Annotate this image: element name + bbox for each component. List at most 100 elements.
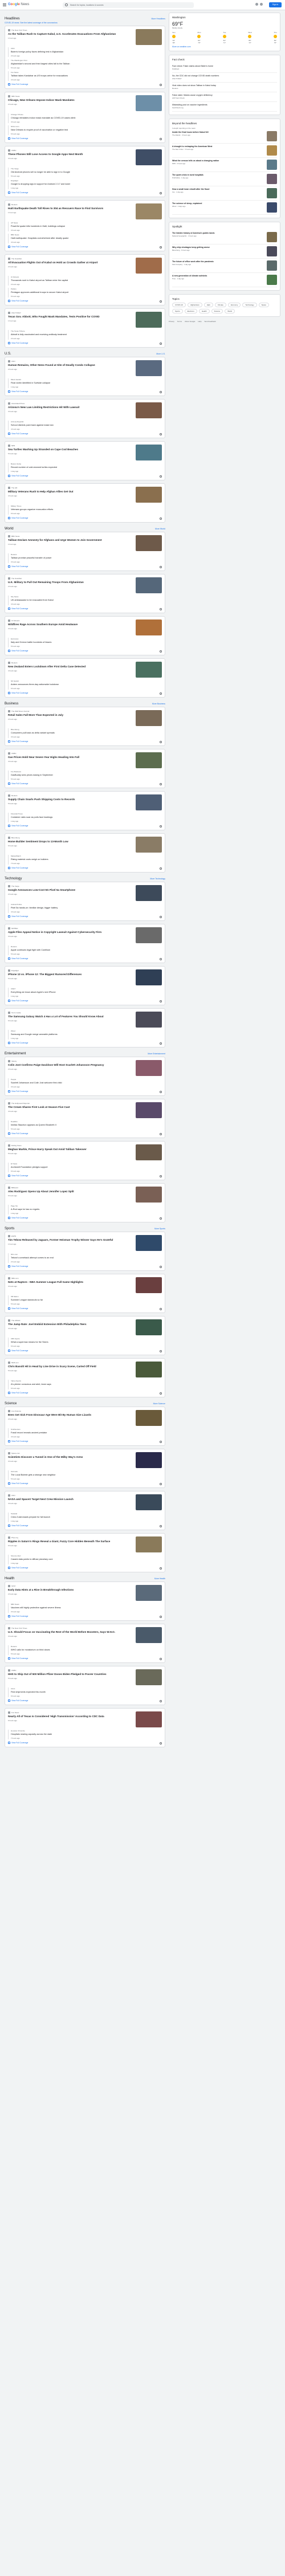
story-thumbnail[interactable] [136,360,162,376]
share-icon[interactable] [160,1658,162,1660]
story-headline[interactable]: Retail Sales Fall More Than Expected in … [8,714,133,717]
section-title[interactable]: Headlines [5,17,20,21]
share-icon[interactable] [160,1308,162,1310]
full-coverage-link[interactable]: View Full Coverage [8,1615,162,1617]
story-thumbnail[interactable] [136,312,162,328]
related-headline[interactable]: Ardern announces three-day nationwide lo… [11,683,162,686]
full-coverage-link[interactable]: View Full Coverage [8,867,162,869]
more-link[interactable]: More World [155,528,165,530]
story-thumbnail[interactable] [136,577,162,593]
related-headline[interactable]: A's pitcher conscious and alert, team sa… [11,1383,162,1386]
story-headline[interactable]: Haiti Earthquake Death Toll Rises to 304… [8,207,133,210]
pick-item[interactable]: A drought is reshaping the American West… [172,144,277,158]
story-headline[interactable]: Taliban Declare Amnesty for Afghans and … [8,539,133,542]
topic-chip[interactable]: Technology [242,303,257,307]
related-headline[interactable]: UK ambassador to be evacuated from Kabul [11,599,162,602]
share-icon[interactable] [160,1616,162,1618]
footer-link[interactable]: Terms [177,320,182,323]
fact-check-item[interactable]: Fact check: False claims about Biden's h… [172,63,277,73]
more-link[interactable]: More Entertainment [148,1053,165,1055]
related-headline[interactable]: Container rates soar as ports face backl… [11,816,162,819]
full-coverage-link[interactable]: View Full Coverage [8,957,162,960]
share-icon[interactable] [160,1042,162,1045]
story-headline[interactable]: Arizona's New Law Limiting Restrictions … [8,406,133,409]
search-input[interactable]: Search for topics, locations & sources [63,2,194,8]
story-headline[interactable]: Scientists Discover a Tunnel in One of t… [8,1456,133,1459]
related-headline[interactable]: Powerful quake kills hundreds in Haiti, … [11,225,162,228]
story-headline[interactable]: These Phones Will Lose Access to Google … [8,153,133,156]
related-headline[interactable]: Pentagon approves additional troops to s… [11,291,162,294]
full-coverage-link[interactable]: View Full Coverage [8,191,162,194]
full-coverage-link[interactable]: View Full Coverage [8,1350,162,1352]
story-thumbnail[interactable] [136,445,162,460]
help-icon[interactable] [255,3,258,6]
story-headline[interactable]: Chris Bassitt Hit in Head by Line Drive … [8,1365,133,1368]
story-thumbnail[interactable] [136,710,162,726]
more-link[interactable]: More Headlines [151,18,165,20]
topic-chip[interactable]: Climate [214,303,226,307]
story-thumbnail[interactable] [136,149,162,165]
story-headline[interactable]: iPhone 13 vs. iPhone 12: The Biggest Rum… [8,973,133,976]
full-coverage-link[interactable]: View Full Coverage [8,1525,162,1527]
share-icon[interactable] [160,433,162,435]
full-coverage-link[interactable]: View Full Coverage [8,1307,162,1310]
story-thumbnail[interactable] [136,794,162,810]
story-headline[interactable]: Human Remains, Other Items Found at Site… [8,364,133,367]
pick-item[interactable]: The future of office work after the pand… [172,259,277,273]
pick-item[interactable]: A new generation of climate activists Tim… [172,273,277,287]
footer-link[interactable]: Help [198,320,201,323]
share-icon[interactable] [160,1742,162,1744]
share-icon[interactable] [160,343,162,345]
section-title[interactable]: Entertainment [5,1052,26,1055]
more-link[interactable]: More U.S. [156,353,165,355]
full-coverage-link[interactable]: View Full Coverage [8,433,162,435]
apps-icon[interactable] [260,3,263,6]
related-headline[interactable]: Rising material costs weigh on builders [11,858,162,861]
full-coverage-link[interactable]: View Full Coverage [8,825,162,827]
story-headline[interactable]: U.S. Should Focus on Vaccinating the Res… [8,1631,133,1634]
fact-check-item[interactable]: False claim: Masks cause oxygen deficien… [172,92,277,102]
story-headline[interactable]: Meghan Markle, Prince Harry Speak Out Am… [8,1148,133,1151]
story-headline[interactable]: Nearly All of Texas Is Considered 'High … [8,1715,133,1718]
related-headline[interactable]: Vaccines still highly protective against… [11,1607,162,1609]
story-thumbnail[interactable] [136,1536,162,1552]
story-headline[interactable]: Tim Tebow Released by Jaguars, Former He… [8,1238,133,1242]
sign-in-button[interactable]: Sign in [269,2,282,7]
story-thumbnail[interactable] [136,1669,162,1685]
story-headline[interactable]: The Jump Rate: Joel Embiid Extension Wit… [8,1323,133,1326]
story-thumbnail[interactable] [136,1187,162,1203]
weather-location[interactable]: Washington [172,16,277,19]
story-thumbnail[interactable] [136,1060,162,1076]
story-headline[interactable]: Ripples in Saturn's Rings Reveal a Giant… [8,1540,133,1543]
pick-item[interactable]: The hidden history of America's public l… [172,230,277,244]
share-icon[interactable] [160,246,162,248]
topic-chip[interactable]: Haiti [203,303,213,307]
story-headline[interactable]: HHS to Ship Out of 500 Million Pfizer Do… [8,1673,133,1676]
related-headline[interactable]: Imelda Staunton appears as Queen Elizabe… [11,1124,162,1127]
more-link[interactable]: More Business [152,703,165,705]
story-headline[interactable]: Chicago, New Orleans Impose Indoor Mask … [8,99,133,102]
fact-check-item[interactable]: Misleading post on vaccine ingredients Fa… [172,102,277,112]
related-headline[interactable]: Cassini data points to diffuse planetary… [11,1558,162,1561]
story-headline[interactable]: Supply Chain Snarls Push Shipping Costs … [8,798,133,801]
related-headline[interactable]: Scarlett Johansson and Colin Jost welcom… [11,1082,162,1085]
fact-check-item[interactable]: No, the CDC did not change COVID death n… [172,73,277,83]
related-headline[interactable]: Summer League standouts so far [11,1299,162,1302]
full-coverage-link[interactable]: View Full Coverage [8,1265,162,1267]
story-thumbnail[interactable] [136,1410,162,1426]
story-headline[interactable]: As the Taliban Rush to Capture Kabul, U.… [8,32,133,36]
full-coverage-link[interactable]: View Full Coverage [8,692,162,694]
story-thumbnail[interactable] [136,969,162,985]
story-headline[interactable]: Nets at Raptors - NBA Summer League Full… [8,1281,133,1284]
related-headline[interactable]: Samsung and Google merge wearable platfo… [11,1033,162,1036]
share-icon[interactable] [160,1483,162,1485]
story-headline[interactable]: All Evacuation Flights Out of Kabul on H… [8,261,133,264]
story-headline[interactable]: U.K. Military to Pull Out Remaining Troo… [8,581,133,584]
pick-item[interactable]: Why chip shortages keep getting worse Blo… [172,244,277,259]
topic-chip[interactable]: Health [198,309,210,313]
story-thumbnail[interactable] [136,535,162,551]
related-headline[interactable]: Chicago reinstates indoor mask mandate a… [11,117,162,120]
related-headline[interactable]: Veterans groups organize evacuation effo… [11,508,162,511]
section-title[interactable]: Sports [5,1227,14,1230]
related-headline[interactable]: Pixel 5a hands-on: familiar design, bigg… [11,907,162,910]
